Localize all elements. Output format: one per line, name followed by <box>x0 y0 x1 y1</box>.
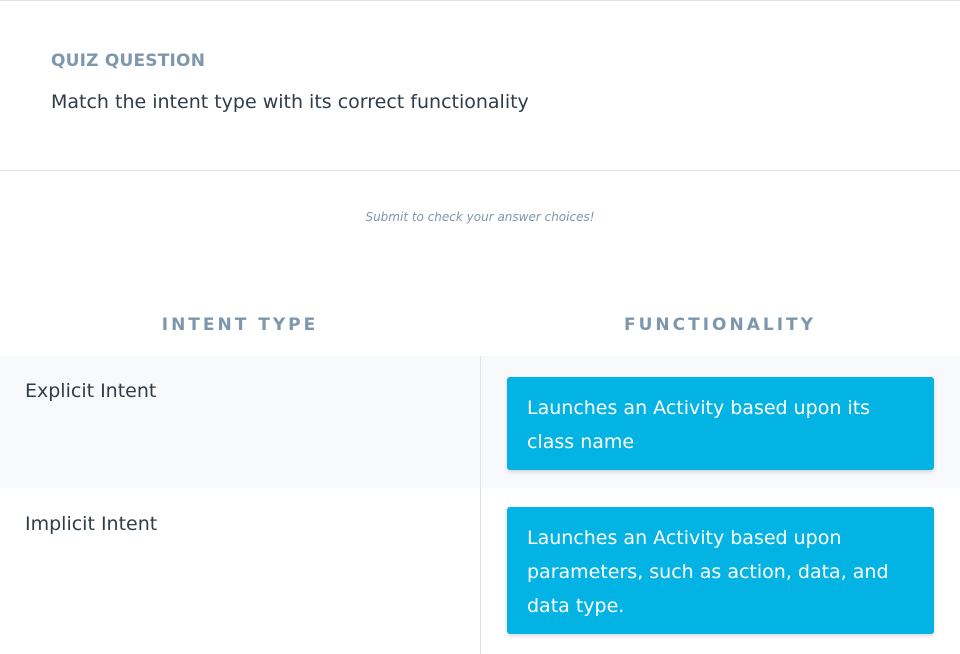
submit-hint: Submit to check your answer choices! <box>365 210 595 224</box>
term-explicit-intent: Explicit Intent <box>25 380 157 402</box>
term-implicit-intent: Implicit Intent <box>25 513 158 535</box>
answer-card-parameters[interactable]: Launches an Activity based upon paramete… <box>507 507 934 634</box>
quiz-page: QUIZ QUESTION Match the intent type with… <box>0 0 960 654</box>
quiz-question-text: Match the intent type with its correct f… <box>51 91 529 113</box>
quiz-question-label: QUIZ QUESTION <box>51 51 206 71</box>
answer-card-class-name[interactable]: Launches an Activity based upon its clas… <box>507 377 934 470</box>
question-block: QUIZ QUESTION Match the intent type with… <box>0 1 960 171</box>
intent-type-header: INTENT TYPE <box>161 315 319 335</box>
column-divider <box>480 356 481 654</box>
functionality-header: FUNCTIONALITY <box>624 315 816 335</box>
